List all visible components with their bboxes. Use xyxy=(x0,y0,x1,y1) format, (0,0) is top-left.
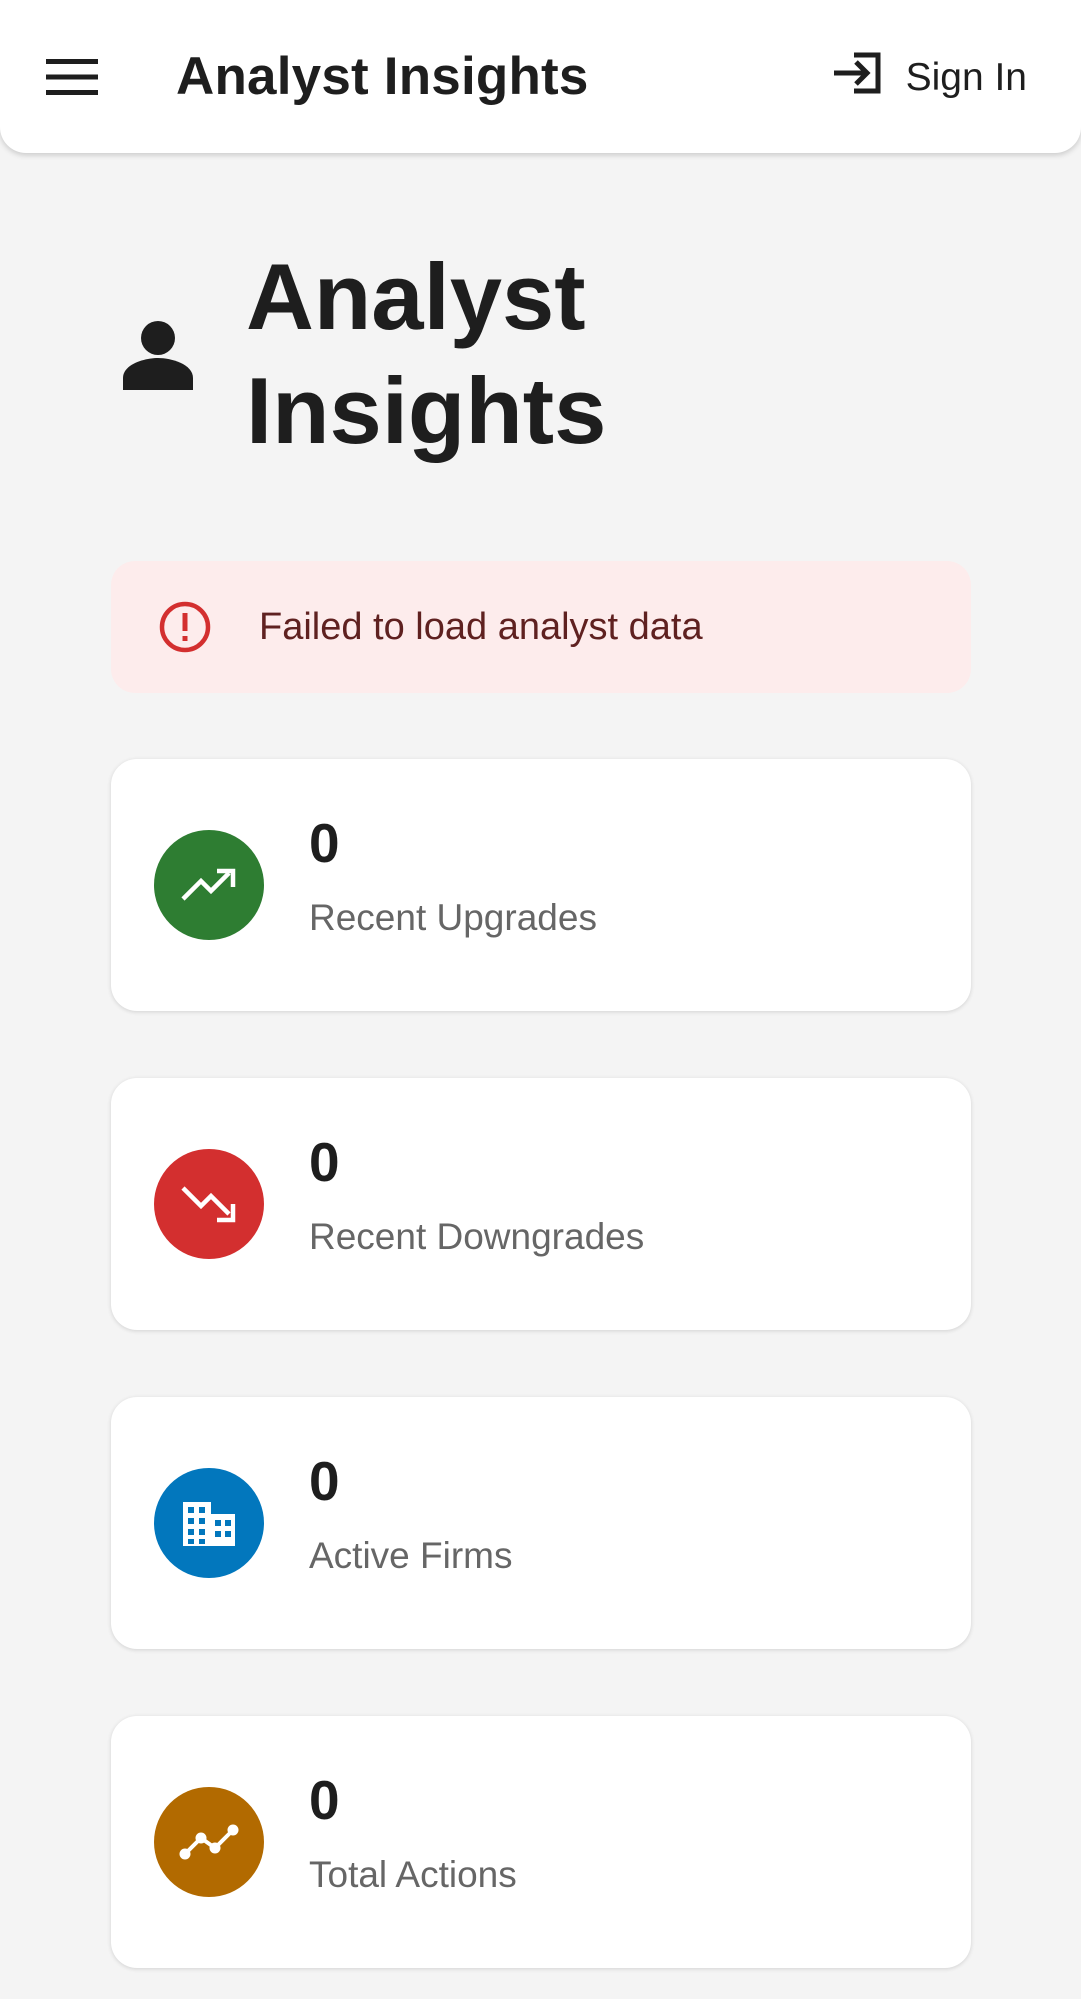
trending-up-icon xyxy=(154,830,264,940)
error-alert: Failed to load analyst data xyxy=(111,561,971,693)
app-title: Analyst Insights xyxy=(176,47,589,106)
stat-card-recent-upgrades: 0 Recent Upgrades xyxy=(111,759,971,1011)
stat-card-active-firms: 0 Active Firms xyxy=(111,1397,971,1649)
page-title: Analyst Insights xyxy=(246,244,607,463)
menu-button[interactable] xyxy=(30,37,114,121)
menu-icon xyxy=(46,58,98,100)
stat-label: Active Firms xyxy=(309,1535,513,1576)
stat-label: Total Actions xyxy=(309,1854,517,1895)
trending-down-icon xyxy=(154,1149,264,1259)
sign-in-label: Sign In xyxy=(905,56,1027,99)
stat-value: 0 xyxy=(309,1450,340,1512)
stat-card-recent-downgrades: 0 Recent Downgrades xyxy=(111,1078,971,1330)
app-bar: Analyst Insights Sign In xyxy=(0,0,1081,153)
page-header: Analyst Insights xyxy=(110,240,766,468)
stat-label: Recent Upgrades xyxy=(309,897,597,938)
stat-value: 0 xyxy=(309,1769,340,1831)
person-icon xyxy=(110,306,206,402)
business-icon xyxy=(154,1468,264,1578)
sign-in-button[interactable]: Sign In xyxy=(818,40,1041,116)
stat-card-total-actions: 0 Total Actions xyxy=(111,1716,971,1968)
stat-label: Recent Downgrades xyxy=(309,1216,645,1257)
error-outline-icon xyxy=(155,597,215,657)
login-icon xyxy=(832,49,884,107)
error-message: Failed to load analyst data xyxy=(259,605,703,648)
stat-value: 0 xyxy=(309,812,340,874)
stat-value: 0 xyxy=(309,1131,340,1193)
timeline-icon xyxy=(154,1787,264,1897)
